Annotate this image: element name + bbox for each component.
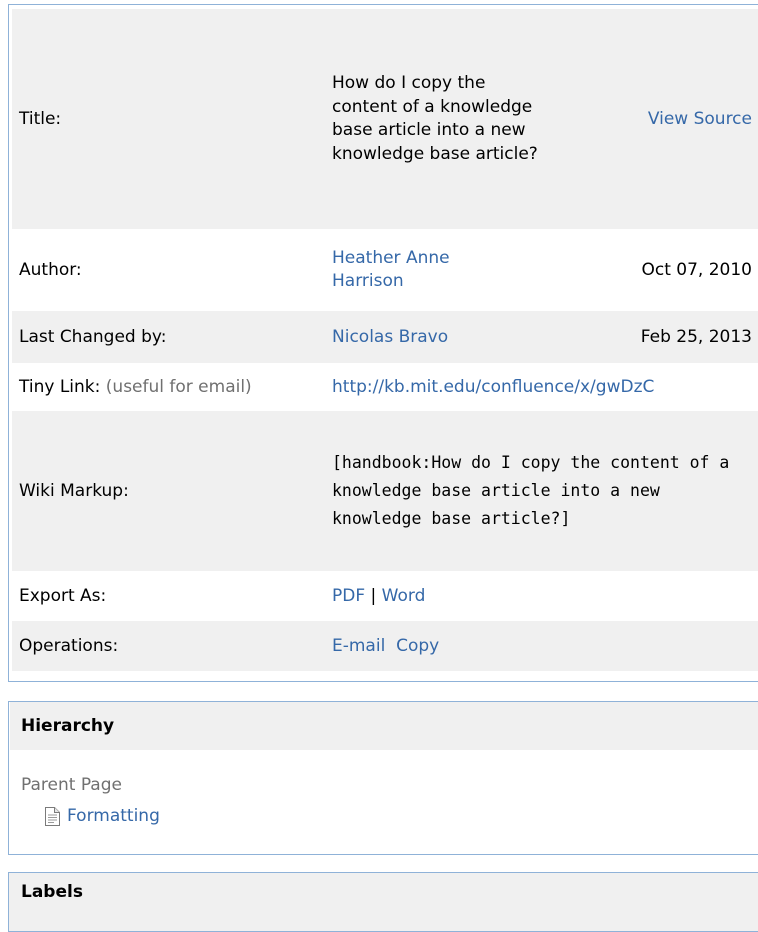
author-cell: Heather Anne Harrison: [325, 229, 596, 311]
export-row: Export As: PDF | Word: [12, 571, 758, 621]
parent-page-entry: Formatting: [44, 806, 160, 826]
wiki-markup-value: [handbook:How do I copy the content of a…: [332, 453, 730, 528]
tiny-link-hint: (useful for email): [105, 376, 252, 397]
last-changed-cell: Nicolas Bravo: [325, 311, 596, 363]
export-cell: PDF | Word: [325, 571, 758, 621]
title-value-cell: How do I copy the content of a knowledge…: [325, 9, 596, 229]
labels-heading: Labels: [21, 882, 83, 902]
last-changed-row: Last Changed by: Nicolas Bravo Feb 25, 2…: [12, 311, 758, 363]
last-changed-label: Last Changed by:: [12, 311, 325, 363]
title-value: How do I copy the content of a knowledge…: [332, 73, 538, 164]
last-changed-link[interactable]: Nicolas Bravo: [332, 327, 448, 347]
export-label: Export As:: [19, 585, 107, 606]
operations-label: Operations:: [12, 621, 325, 671]
title-label: Title:: [12, 9, 325, 229]
author-label: Author:: [19, 259, 82, 280]
tiny-link-cell: http://kb.mit.edu/confluence/x/gwDzC: [325, 363, 758, 411]
page-info-table: Title: How do I copy the content of a kn…: [12, 9, 758, 671]
tiny-link-label-cell: Tiny Link: (useful for email): [12, 363, 325, 411]
title-row: Title: How do I copy the content of a kn…: [12, 9, 758, 229]
hierarchy-panel: Hierarchy Parent Page Formatting: [8, 701, 758, 855]
last-changed-date: Feb 25, 2013: [596, 311, 758, 363]
author-date: Oct 07, 2010: [641, 259, 753, 280]
author-link[interactable]: Heather Anne Harrison: [332, 247, 502, 294]
page-icon: [44, 806, 60, 826]
page-info-panel: Title: How do I copy the content of a kn…: [8, 4, 758, 682]
wiki-markup-cell: [handbook:How do I copy the content of a…: [325, 411, 758, 571]
wiki-markup-label: Wiki Markup:: [12, 411, 325, 571]
labels-panel: Labels: [8, 872, 758, 932]
export-separator: |: [370, 585, 377, 606]
tiny-link-label: Tiny Link:: [19, 376, 101, 397]
export-pdf-link[interactable]: PDF: [332, 586, 365, 606]
operations-row: Operations: E-mail Copy: [12, 621, 758, 671]
view-source-cell: View Source: [596, 9, 758, 229]
copy-link[interactable]: Copy: [396, 636, 439, 656]
wiki-markup-row: Wiki Markup: [handbook:How do I copy the…: [12, 411, 758, 571]
export-word-link[interactable]: Word: [382, 586, 426, 606]
parent-page-link[interactable]: Formatting: [67, 806, 160, 826]
operations-cell: E-mail Copy: [325, 621, 758, 671]
hierarchy-heading: Hierarchy: [10, 702, 758, 750]
tiny-link-url[interactable]: http://kb.mit.edu/confluence/x/gwDzC: [332, 377, 654, 397]
view-source-link[interactable]: View Source: [648, 109, 752, 129]
email-link[interactable]: E-mail: [332, 636, 385, 656]
author-row: Author: Heather Anne Harrison Oct 07, 20…: [12, 229, 758, 311]
tiny-link-row: Tiny Link: (useful for email) http://kb.…: [12, 363, 758, 411]
parent-page-label: Parent Page: [21, 775, 122, 795]
